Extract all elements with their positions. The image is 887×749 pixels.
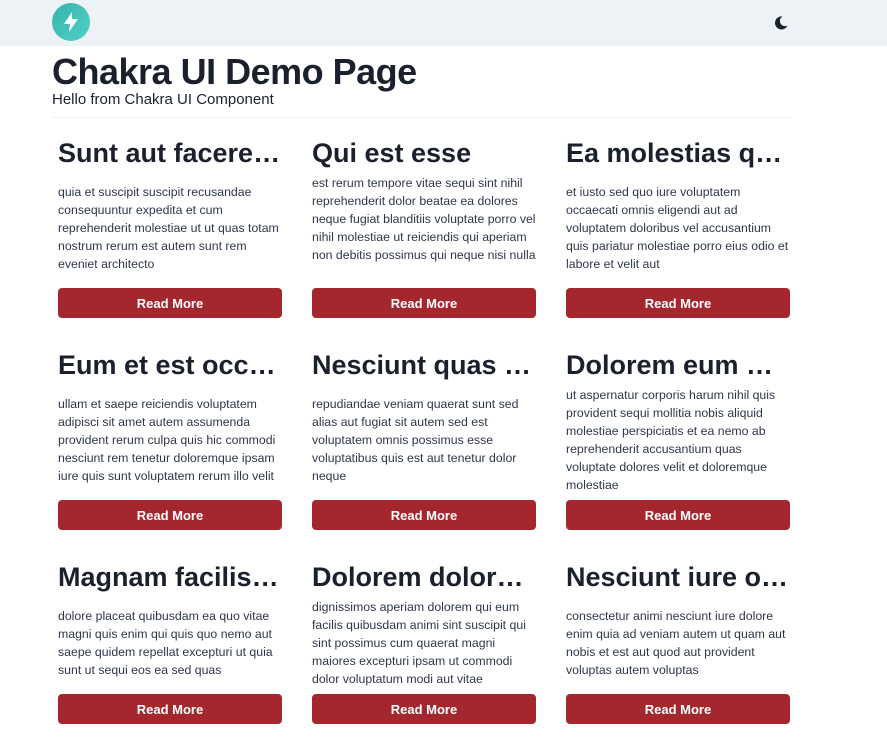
card-body: dignissimos aperiam dolorem qui eum faci… — [312, 600, 526, 686]
card-title: Eum et est occa… — [58, 350, 282, 380]
page-subtitle: Hello from Chakra UI Component — [52, 91, 274, 108]
read-more-button[interactable]: Read More — [58, 500, 282, 530]
card-title: Nesciunt iure o… — [566, 562, 789, 592]
card-title: Ea molestias qu… — [566, 138, 790, 168]
card-body: est rerum tempore vitae sequi sint nihil… — [312, 176, 536, 262]
post-card: Nesciunt quas o… repudiandae veniam quae… — [312, 348, 536, 531]
post-card: Qui est esse est rerum tempore vitae seq… — [312, 136, 536, 319]
read-more-button[interactable]: Read More — [566, 288, 790, 318]
card-title: Dolorem eum m… — [566, 350, 790, 380]
card-title: Nesciunt quas o… — [312, 350, 536, 380]
read-more-button[interactable]: Read More — [58, 694, 282, 724]
read-more-button[interactable]: Read More — [58, 288, 282, 318]
post-card: Sunt aut facere … quia et suscipit susci… — [58, 136, 282, 319]
theme-toggle-button[interactable] — [768, 10, 794, 36]
read-more-button[interactable]: Read More — [312, 500, 536, 530]
read-more-button[interactable]: Read More — [566, 500, 790, 530]
card-body: quia et suscipit suscipit recusandae con… — [58, 185, 279, 271]
card-body: ullam et saepe reiciendis voluptatem adi… — [58, 397, 276, 483]
post-card: Magnam facilis … dolore placeat quibusda… — [58, 560, 282, 724]
post-card: Ea molestias qu… et iusto sed quo iure v… — [566, 136, 790, 319]
card-body: ut aspernatur corporis harum nihil quis … — [566, 388, 776, 492]
card-body: repudiandae veniam quaerat sunt sed alia… — [312, 397, 519, 483]
post-card: Dolorem dolore … dignissimos aperiam dol… — [312, 560, 536, 724]
card-title: Sunt aut facere … — [58, 138, 282, 168]
card-body: dolore placeat quibusdam ea quo vitae ma… — [58, 609, 273, 677]
card-body: consectetur animi nesciunt iure dolore e… — [566, 609, 786, 677]
card-title: Dolorem dolore … — [312, 562, 536, 592]
navbar — [0, 0, 887, 46]
read-more-button[interactable]: Read More — [312, 694, 536, 724]
read-more-button[interactable]: Read More — [566, 694, 790, 724]
card-title: Magnam facilis … — [58, 562, 282, 592]
post-card: Nesciunt iure o… consectetur animi nesci… — [566, 560, 790, 724]
read-more-button[interactable]: Read More — [312, 288, 536, 318]
post-card: Eum et est occa… ullam et saepe reiciend… — [58, 348, 282, 531]
divider — [52, 117, 792, 118]
card-body: et iusto sed quo iure voluptatem occaeca… — [566, 185, 789, 271]
post-card: Dolorem eum m… ut aspernatur corporis ha… — [566, 348, 790, 531]
logo[interactable] — [52, 3, 90, 41]
card-title: Qui est esse — [312, 138, 472, 168]
page-title: Chakra UI Demo Page — [52, 51, 417, 92]
